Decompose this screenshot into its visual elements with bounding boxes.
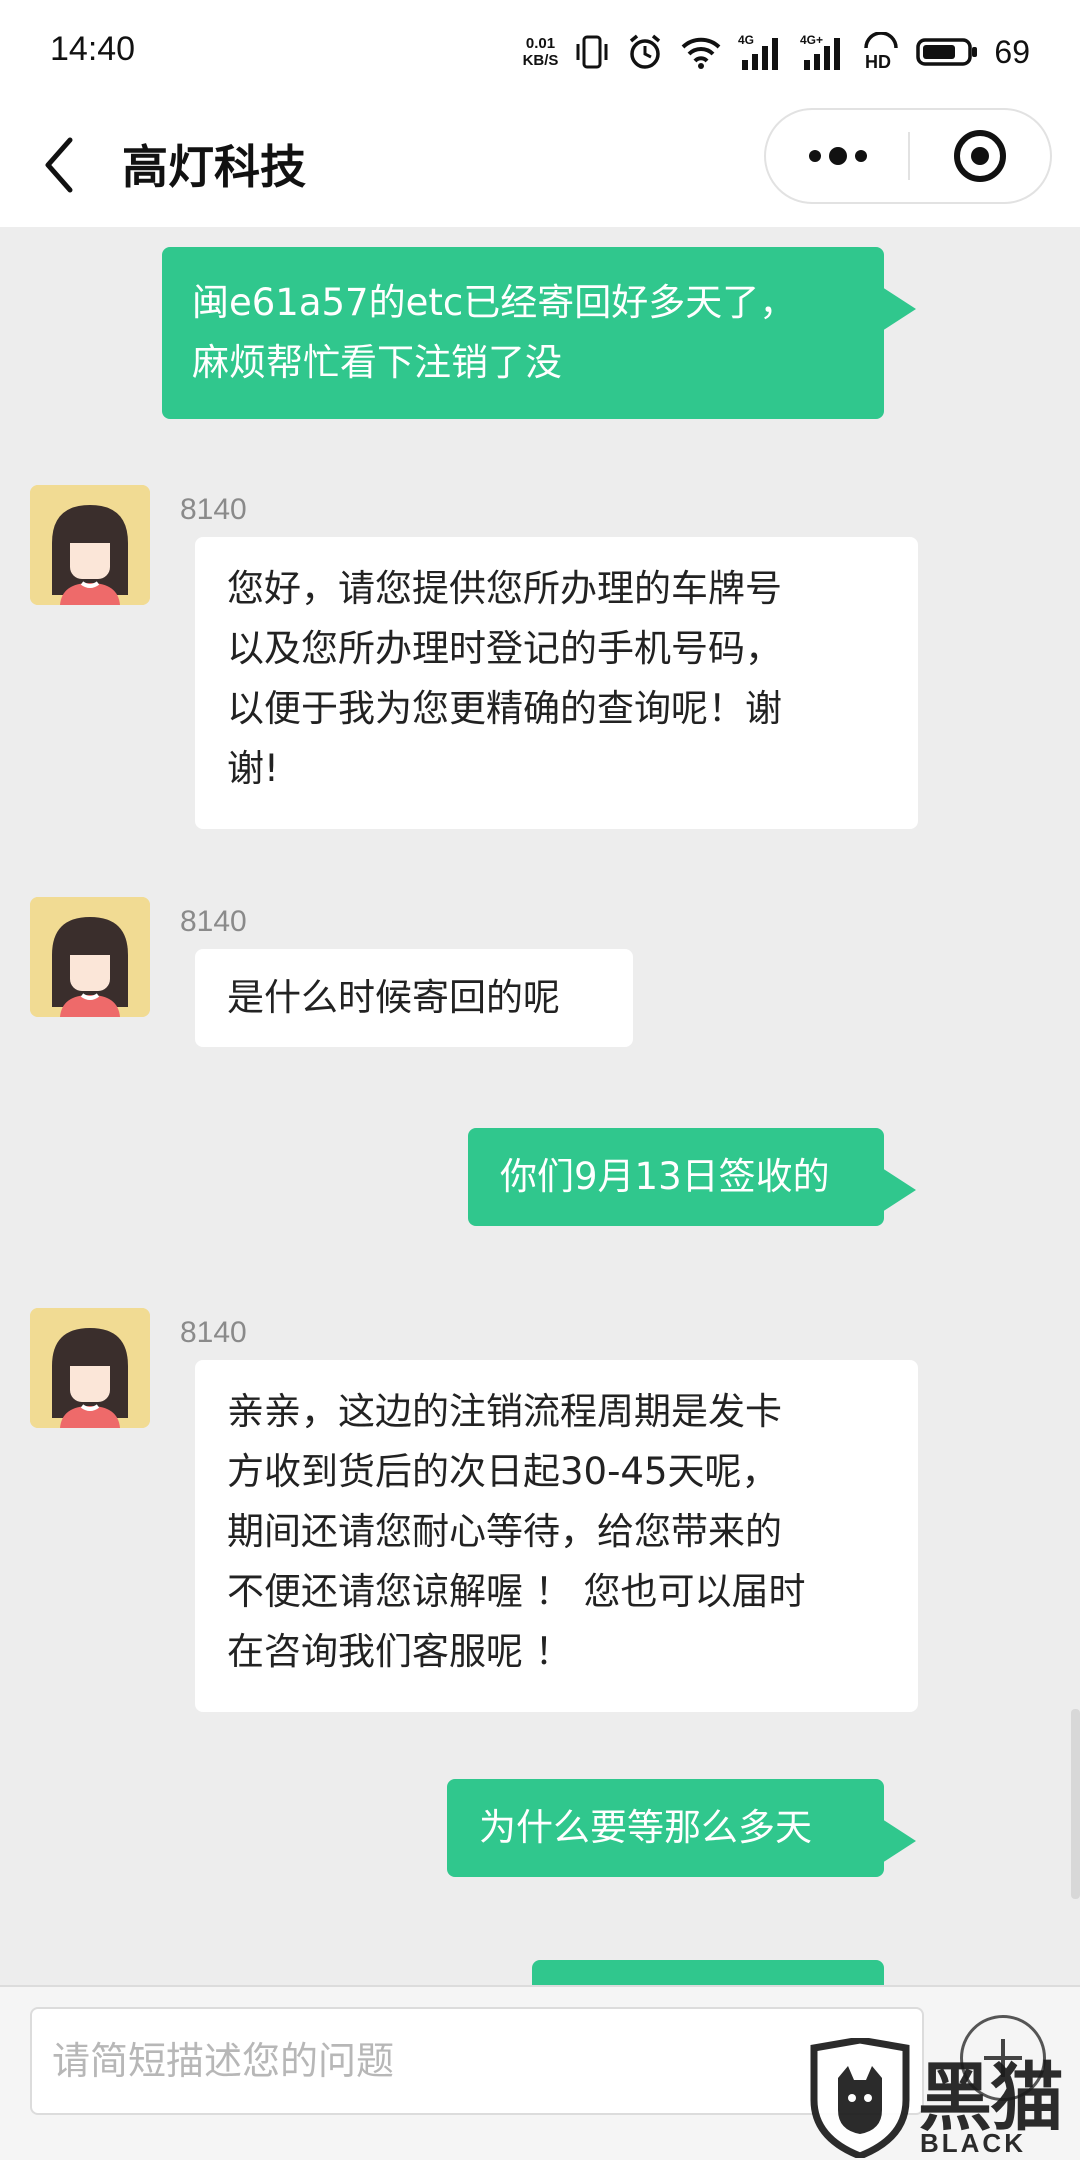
page-title: 高灯科技: [122, 140, 306, 194]
girl-avatar-icon: [30, 1308, 150, 1428]
agent-name: 8140: [180, 905, 247, 938]
message-input[interactable]: [30, 2007, 924, 2115]
message-line: 闽e61a57的etc已经寄回好多天了，: [192, 281, 797, 324]
status-icons: 0.01 KB/S 4G 4G+ HD 69: [523, 28, 1030, 76]
message-bubble-sent: 你们9月13日签收的: [468, 1128, 916, 1226]
signal-4g-plus-icon: 4G+: [800, 33, 841, 70]
girl-avatar-icon: [30, 897, 150, 1017]
agent-avatar[interactable]: [30, 485, 150, 605]
status-bar: 14:40 0.01 KB/S 4G 4G+ HD 69: [0, 0, 1080, 105]
message-bubble-received: 亲亲，这边的注销流程周期是发卡 方收到货后的次日起30-45天呢， 期间还请您耐…: [195, 1360, 918, 1712]
more-button[interactable]: [766, 110, 909, 202]
message-bubble-received: 是什么时候寄回的呢: [195, 949, 633, 1047]
message-line: 方收到货后的次日起30-45天呢，: [227, 1450, 779, 1493]
message-line: 是什么时候寄回的呢: [227, 976, 560, 1019]
alarm-icon: [630, 34, 661, 69]
message-line: 亲亲，这边的注销流程周期是发卡: [227, 1390, 782, 1433]
message-bubble-sent: 闽e61a57的etc已经寄回好多天了， 麻烦帮忙看下注销了没: [162, 247, 916, 419]
chevron-left-icon: [45, 137, 73, 193]
message-bubble-received: 您好，请您提供您所办理的车牌号 以及您所办理时登记的手机号码， 以便于我为您更精…: [195, 537, 918, 829]
mini-program-capsule: [764, 108, 1052, 204]
signal-4g-plus-label: 4G+: [800, 33, 823, 47]
hd-call-icon: HD: [864, 32, 899, 72]
status-time: 14:40: [50, 30, 136, 68]
message-line: 谢!: [227, 747, 279, 790]
message-line: 麻烦帮忙看下注销了没: [192, 341, 562, 384]
message-line: 期间还请您耐心等待，给您带来的: [227, 1510, 782, 1553]
signal-4g-icon: 4G: [738, 33, 779, 70]
back-button[interactable]: [38, 132, 82, 198]
girl-avatar-icon: [30, 485, 150, 605]
target-close-icon: [954, 130, 1006, 182]
chat-area[interactable]: 闽e61a57的etc已经寄回好多天了， 麻烦帮忙看下注销了没 8140 您好，…: [0, 227, 1080, 1985]
agent-name: 8140: [180, 1316, 247, 1349]
signal-4g-label: 4G: [738, 33, 754, 47]
net-speed: 0.01 KB/S: [523, 35, 559, 69]
black-cat-watermark: 黑猫 BLACK CAT: [808, 2036, 1070, 2160]
net-speed-unit: KB/S: [522, 52, 559, 69]
hd-label: HD: [865, 52, 891, 72]
message-line: 在咨询我们客服呢 ！: [227, 1630, 572, 1673]
message-line: 以及您所办理时登记的手机号码，: [227, 627, 782, 670]
message-line: 您好，请您提供您所办理的车牌号: [227, 567, 782, 610]
message-line: 为什么要等那么多天: [479, 1806, 812, 1849]
net-speed-value: 0.01: [525, 35, 556, 52]
black-cat-logo-icon: [810, 2038, 910, 2158]
battery-icon: [916, 38, 978, 66]
scroll-handle[interactable]: [1071, 1709, 1080, 1899]
more-dots-icon: [808, 147, 867, 165]
agent-avatar[interactable]: [30, 897, 150, 1017]
message-line: 你们9月13日签收的: [500, 1155, 830, 1198]
vibrate-icon: [576, 35, 608, 69]
agent-avatar[interactable]: [30, 1308, 150, 1428]
battery-level: 69: [994, 33, 1030, 70]
message-line: 不便还请您谅解喔 ！ 您也可以届时: [227, 1570, 806, 1613]
message-bubble-sent-partial: [532, 1960, 884, 1985]
message-line: 以便于我为您更精确的查询呢！谢: [227, 687, 782, 730]
watermark-en: BLACK CAT: [920, 2128, 1026, 2160]
nav-bar: 高灯科技: [0, 105, 1080, 227]
agent-name: 8140: [180, 493, 247, 526]
close-button[interactable]: [910, 110, 1050, 202]
wifi-icon: [682, 37, 721, 69]
message-bubble-sent: 为什么要等那么多天: [447, 1779, 916, 1877]
